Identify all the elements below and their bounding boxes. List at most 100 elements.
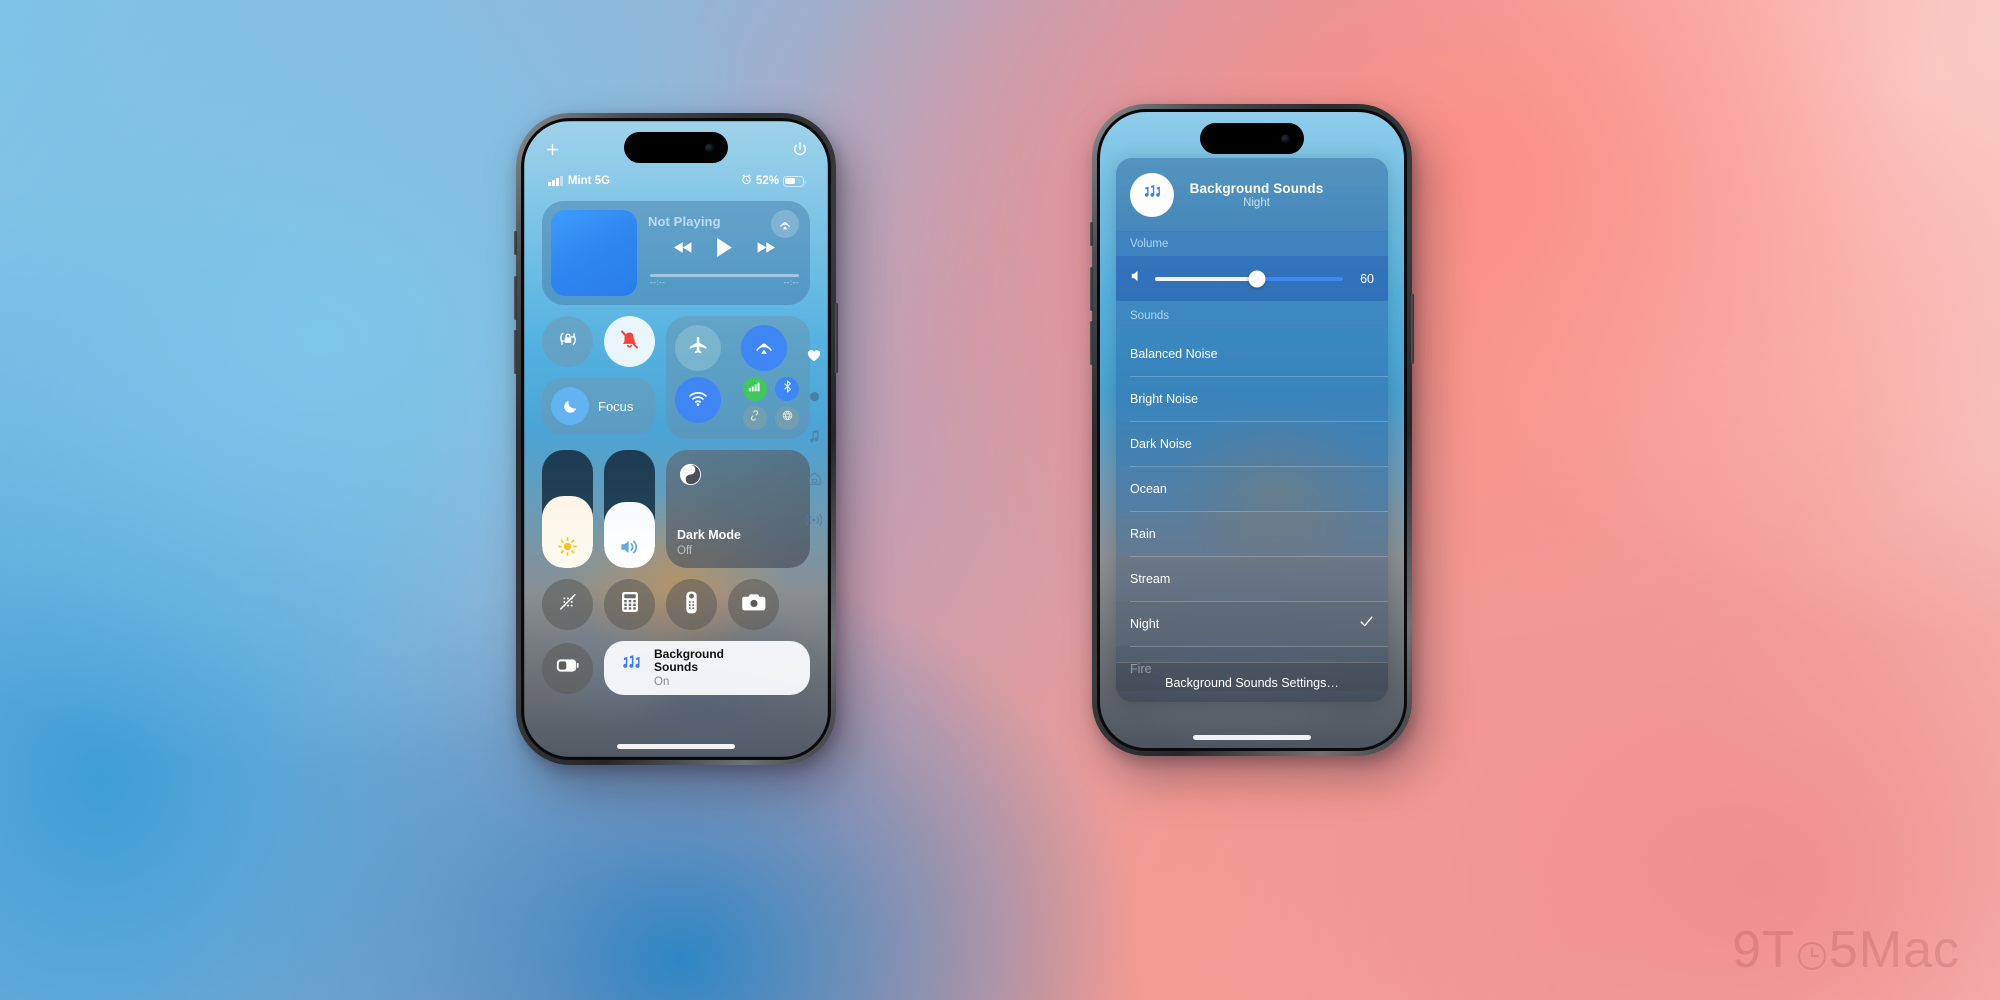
play-icon[interactable] — [717, 238, 732, 262]
sounds-section-label: Sounds — [1116, 301, 1388, 331]
connectivity-module[interactable] — [666, 316, 810, 439]
bell-slash-icon — [618, 328, 641, 356]
volume-down-button[interactable] — [514, 330, 517, 374]
brightness-slider[interactable] — [542, 450, 593, 568]
personal-hotspot-icon — [748, 409, 761, 427]
sound-option-row[interactable]: Rain — [1116, 511, 1388, 556]
home-icon[interactable] — [807, 471, 822, 491]
dynamic-island[interactable] — [624, 132, 728, 163]
volume-up-button[interactable] — [514, 276, 517, 320]
cellular-data-toggle[interactable] — [742, 377, 767, 401]
airplane-mode-toggle[interactable] — [675, 325, 721, 371]
low-power-mode-icon — [556, 658, 580, 678]
sound-option-row[interactable]: Dark Noise — [1116, 421, 1388, 466]
camera-button[interactable] — [728, 579, 779, 630]
fast-forward-icon[interactable] — [756, 241, 775, 259]
vpn-toggle[interactable] — [775, 406, 800, 430]
bluetooth-toggle[interactable] — [775, 377, 800, 401]
cellular-icon — [748, 380, 761, 398]
calculator-button[interactable] — [604, 579, 655, 630]
elapsed-time: --:-- — [650, 278, 666, 287]
connectivity-icon[interactable] — [805, 513, 823, 532]
volume-slider-track[interactable] — [1155, 270, 1343, 287]
background-sounds-title-line1: Background — [654, 646, 725, 661]
airplay-icon[interactable] — [771, 210, 799, 238]
personal-hotspot-toggle[interactable] — [742, 406, 767, 430]
airplane-icon — [688, 335, 709, 361]
control-center-page-indicators — [805, 349, 823, 532]
volume-section-label: Volume — [1116, 231, 1388, 256]
silent-mode-toggle[interactable] — [604, 316, 655, 367]
battery-percent-label: 52% — [755, 175, 779, 187]
sound-option-label: Night — [1130, 616, 1160, 631]
rotation-lock-toggle[interactable] — [542, 316, 593, 367]
screen-mirroring-icon — [557, 591, 579, 618]
sound-option-label: Ocean — [1130, 481, 1167, 496]
iphone-left-device: Mint 5G 52% Not Playing --:-- --:-- Focu… — [514, 113, 838, 765]
wifi-toggle[interactable] — [675, 377, 721, 423]
battery-icon — [783, 175, 807, 187]
playback-scrubber[interactable]: --:-- --:-- — [650, 274, 799, 287]
desktop-wallpaper — [0, 0, 2000, 1000]
panel-title: Background Sounds — [1189, 180, 1324, 196]
volume-up-button-2[interactable] — [1090, 267, 1093, 311]
volume-slider[interactable] — [604, 450, 655, 568]
vpn-icon — [781, 409, 794, 427]
sound-option-row[interactable]: Bright Noise — [1116, 376, 1388, 421]
watermark: 9T 5Mac — [1732, 921, 1960, 979]
volume-control-row[interactable]: 60 — [1116, 256, 1388, 301]
sounds-list: Balanced Noise Bright Noise Dark Noise Ocea… — [1116, 331, 1388, 691]
background-sounds-title-line2: Sounds — [654, 660, 698, 674]
sound-option-label: Bright Noise — [1130, 391, 1199, 406]
checkmark-icon — [1359, 614, 1374, 633]
sound-option-row[interactable]: Balanced Noise — [1116, 331, 1388, 376]
dark-mode-label: Dark Mode — [677, 528, 741, 542]
rewind-icon[interactable] — [674, 241, 693, 259]
dark-mode-tile[interactable]: Dark Mode Off — [666, 450, 810, 568]
moon-icon — [551, 387, 589, 425]
mute-switch[interactable] — [514, 231, 517, 255]
iphone-right-screen: Background Sounds Night Volume 60 Sounds… — [1100, 112, 1404, 748]
apple-tv-remote-icon — [685, 591, 698, 619]
sound-option-label: Dark Noise — [1130, 436, 1192, 451]
apple-tv-remote-button[interactable] — [666, 579, 717, 630]
remaining-time: --:-- — [783, 278, 799, 287]
background-sounds-status: On — [654, 675, 670, 688]
low-power-mode-button[interactable] — [542, 642, 593, 694]
home-indicator-2[interactable] — [1193, 735, 1311, 740]
page-dot-icon[interactable] — [809, 389, 820, 407]
wifi-icon — [687, 387, 709, 414]
now-playing-widget[interactable]: Not Playing --:-- --:-- — [542, 201, 810, 305]
front-camera-icon-2 — [1281, 134, 1290, 143]
background-sounds-settings-button[interactable]: Background Sounds Settings… — [1116, 662, 1388, 702]
sound-option-row[interactable]: Stream — [1116, 556, 1388, 601]
focus-label: Focus — [598, 398, 634, 414]
power-button[interactable] — [835, 303, 838, 373]
dynamic-island-2[interactable] — [1200, 123, 1304, 154]
dark-mode-icon — [677, 463, 704, 492]
sound-option-row[interactable]: Ocean — [1116, 466, 1388, 511]
airdrop-toggle[interactable] — [741, 325, 787, 371]
sound-option-label: Balanced Noise — [1130, 346, 1218, 361]
music-notes-icon — [618, 654, 644, 683]
add-control-button[interactable] — [544, 141, 561, 158]
screen-mirroring-button[interactable] — [542, 579, 593, 630]
sound-option-row[interactable]: Night — [1116, 601, 1388, 646]
alarm-clock-icon — [741, 174, 752, 188]
carrier-label: Mint 5G — [567, 175, 611, 187]
focus-toggle[interactable]: Focus — [542, 378, 655, 434]
calculator-icon — [620, 591, 640, 618]
signal-bars-icon — [548, 176, 563, 186]
home-indicator[interactable] — [617, 744, 735, 749]
background-sounds-tile[interactable]: Background Sounds On — [604, 641, 810, 695]
heart-icon[interactable] — [807, 349, 821, 367]
airdrop-icon — [753, 335, 775, 362]
mute-switch-2[interactable] — [1090, 222, 1093, 246]
power-button-2[interactable] — [1411, 294, 1414, 364]
album-art — [551, 210, 637, 296]
power-off-button[interactable] — [792, 141, 808, 157]
volume-down-button-2[interactable] — [1090, 321, 1093, 365]
iphone-right-device: Background Sounds Night Volume 60 Sounds… — [1090, 104, 1414, 756]
music-note-icon[interactable] — [807, 429, 821, 449]
sound-option-label: Rain — [1130, 526, 1156, 541]
